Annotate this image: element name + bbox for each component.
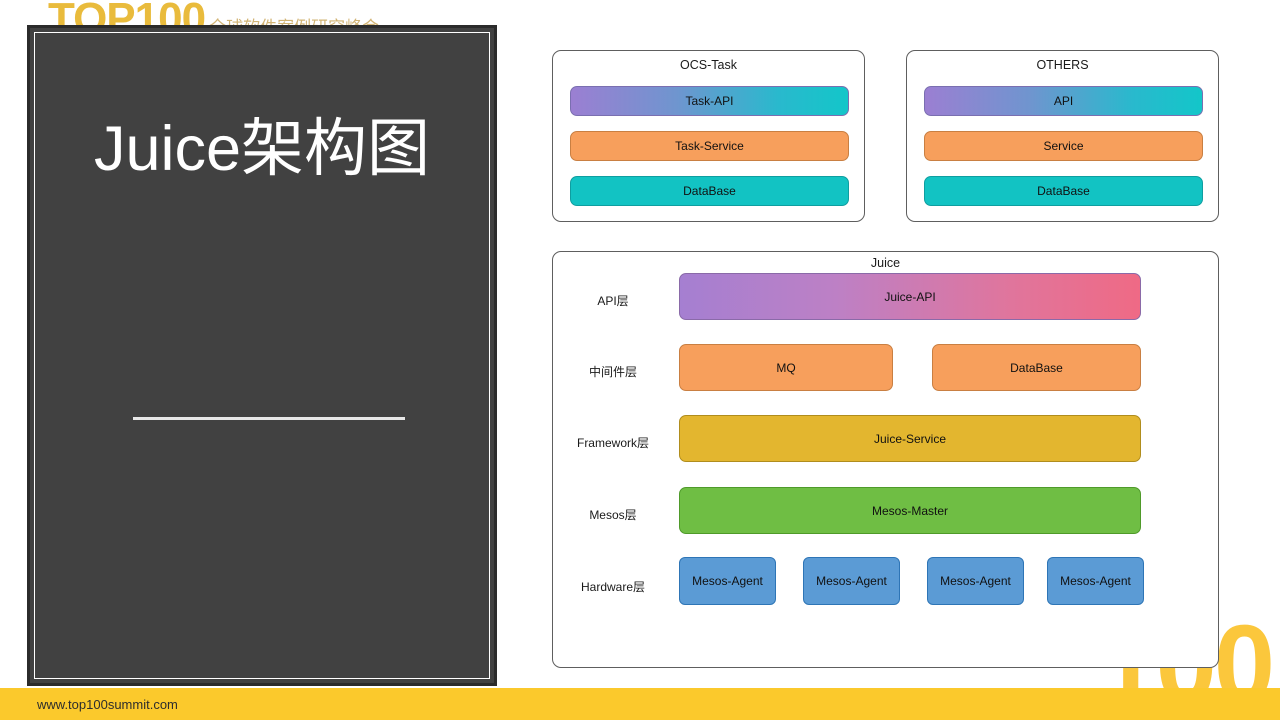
- juice-bar-mesos-master[interactable]: Mesos-Master: [679, 487, 1141, 534]
- layer-label-middleware: 中间件层: [588, 365, 637, 379]
- ocs-task-panel-title: OCS-Task: [680, 58, 737, 72]
- footer-bar: www.top100summit.com: [0, 688, 1280, 720]
- ocs-task-bar-task-api[interactable]: Task-API: [570, 86, 849, 116]
- title-divider: [133, 417, 405, 420]
- others-bar-database[interactable]: DataBase: [924, 176, 1203, 206]
- others-bar-api[interactable]: API: [924, 86, 1203, 116]
- juice-panel: Juice API层 Juice-API 中间件层 MQ DataBase Fr…: [552, 251, 1219, 668]
- others-panel-title: OTHERS: [1036, 58, 1089, 72]
- juice-panel-title: Juice: [870, 256, 901, 270]
- ocs-task-bar-database[interactable]: DataBase: [570, 176, 849, 206]
- juice-bar-mesos-agent-4[interactable]: Mesos-Agent: [1047, 557, 1144, 605]
- layer-label-hardware: Hardware层: [580, 580, 646, 594]
- others-bar-service[interactable]: Service: [924, 131, 1203, 161]
- juice-bar-juice-api[interactable]: Juice-API: [679, 273, 1141, 320]
- juice-bar-database[interactable]: DataBase: [932, 344, 1141, 391]
- layer-label-api: API层: [597, 294, 629, 308]
- layer-label-mesos: Mesos层: [589, 508, 637, 522]
- title-panel-inner-border: Juice架构图: [34, 32, 490, 679]
- juice-bar-juice-service[interactable]: Juice-Service: [679, 415, 1141, 462]
- layer-label-framework: Framework层: [576, 436, 649, 450]
- page-title: Juice架构图: [93, 114, 431, 184]
- juice-bar-mesos-agent-3[interactable]: Mesos-Agent: [927, 557, 1024, 605]
- others-panel: OTHERS API Service DataBase: [906, 50, 1219, 222]
- juice-bar-mq[interactable]: MQ: [679, 344, 893, 391]
- ocs-task-bar-task-service[interactable]: Task-Service: [570, 131, 849, 161]
- title-panel: Juice架构图: [27, 25, 497, 686]
- footer-url[interactable]: www.top100summit.com: [37, 697, 178, 712]
- juice-bar-mesos-agent-2[interactable]: Mesos-Agent: [803, 557, 900, 605]
- ocs-task-panel: OCS-Task Task-API Task-Service DataBase: [552, 50, 865, 222]
- juice-bar-mesos-agent-1[interactable]: Mesos-Agent: [679, 557, 776, 605]
